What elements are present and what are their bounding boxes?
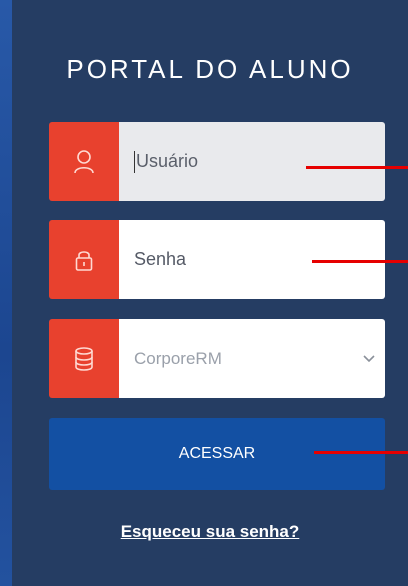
database-select-box[interactable]: CorporeRM	[119, 319, 385, 398]
annotation-line-username	[306, 166, 408, 169]
login-panel: PORTAL DO ALUNO Usuário Senha CorporeRM …	[12, 0, 408, 586]
background	[0, 0, 12, 586]
chevron-down-icon[interactable]	[363, 350, 375, 368]
text-caret	[134, 150, 135, 173]
annotation-line-password	[312, 260, 408, 263]
submit-button[interactable]: ACESSAR	[49, 418, 385, 490]
database-selected-value: CorporeRM	[134, 348, 222, 368]
page-title: PORTAL DO ALUNO	[66, 54, 354, 84]
lock-icon	[49, 220, 119, 299]
forgot-password-link[interactable]: Esqueceu sua senha?	[12, 522, 408, 542]
password-placeholder: Senha	[134, 249, 187, 269]
database-select[interactable]: CorporeRM	[49, 319, 385, 398]
username-field[interactable]: Usuário	[49, 122, 385, 201]
annotation-line-button	[314, 451, 408, 454]
user-icon	[49, 122, 119, 201]
username-placeholder: Usuário	[136, 151, 199, 171]
database-icon	[49, 319, 119, 398]
username-input[interactable]: Usuário	[119, 122, 385, 201]
